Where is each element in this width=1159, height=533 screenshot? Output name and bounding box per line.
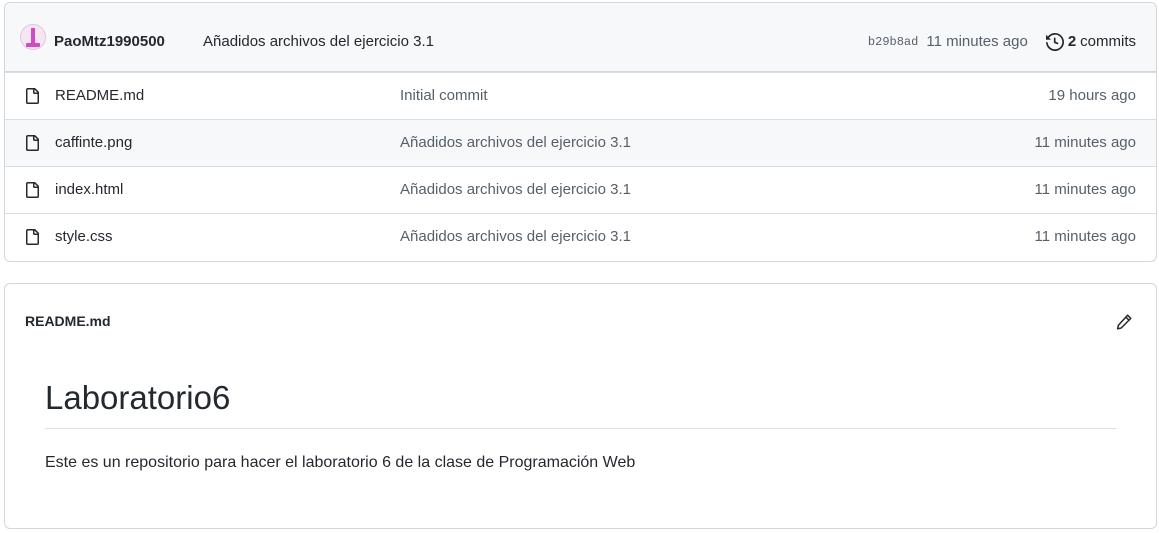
readme-heading: Laboratorio6	[45, 378, 1116, 429]
commit-message-link[interactable]: Añadidos archivos del ejercicio 3.1	[203, 33, 434, 51]
file-name-link[interactable]: README.md	[55, 87, 144, 105]
file-commit-message-link[interactable]: Añadidos archivos del ejercicio 3.1	[400, 181, 631, 199]
file-row[interactable]: style.css Añadidos archivos del ejercici…	[5, 213, 1156, 260]
file-icon	[26, 229, 39, 245]
avatar-glyph-base	[26, 43, 40, 47]
file-commit-message-link[interactable]: Añadidos archivos del ejercicio 3.1	[400, 134, 631, 152]
file-name-link[interactable]: caffinte.png	[55, 134, 132, 152]
readme-filename: README.md	[25, 313, 111, 329]
file-icon	[26, 182, 39, 198]
readme-content: Laboratorio6 Este es un repositorio para…	[5, 378, 1156, 473]
file-commit-message-link[interactable]: Añadidos archivos del ejercicio 3.1	[400, 228, 631, 246]
file-icon	[26, 88, 39, 104]
commit-sha-link[interactable]: b29b8ad	[868, 33, 918, 51]
readme-panel: README.md Laboratorio6 Este es un reposi…	[4, 283, 1157, 529]
file-row[interactable]: caffinte.png Añadidos archivos del ejerc…	[5, 119, 1156, 166]
file-commit-message-link[interactable]: Initial commit	[400, 87, 488, 105]
history-icon	[1045, 33, 1064, 51]
file-name-link[interactable]: index.html	[55, 181, 123, 199]
file-browser: PaoMtz1990500 Añadidos archivos del ejer…	[4, 2, 1157, 262]
avatar[interactable]	[20, 24, 46, 50]
file-name-link[interactable]: style.css	[55, 228, 113, 246]
readme-header: README.md	[5, 284, 1156, 358]
commits-link[interactable]: commits	[1080, 33, 1136, 51]
commit-count[interactable]: 2	[1068, 33, 1076, 51]
commit-author-link[interactable]: PaoMtz1990500	[54, 33, 165, 51]
file-age: 11 minutes ago	[1034, 181, 1136, 198]
file-row[interactable]: README.md Initial commit 19 hours ago	[5, 72, 1156, 119]
commit-meta: b29b8ad 11 minutes ago 2 commits	[868, 33, 1136, 51]
readme-paragraph: Este es un repositorio para hacer el lab…	[45, 454, 636, 471]
file-icon	[26, 135, 39, 151]
file-age: 19 hours ago	[1048, 87, 1136, 104]
file-row[interactable]: index.html Añadidos archivos del ejercic…	[5, 166, 1156, 213]
file-age: 11 minutes ago	[1034, 134, 1136, 151]
commit-time: 11 minutes ago	[926, 33, 1028, 50]
file-age: 11 minutes ago	[1034, 228, 1136, 245]
latest-commit-bar: PaoMtz1990500 Añadidos archivos del ejer…	[5, 3, 1156, 72]
avatar-glyph-stem	[31, 28, 35, 44]
pencil-icon[interactable]	[1114, 312, 1134, 332]
